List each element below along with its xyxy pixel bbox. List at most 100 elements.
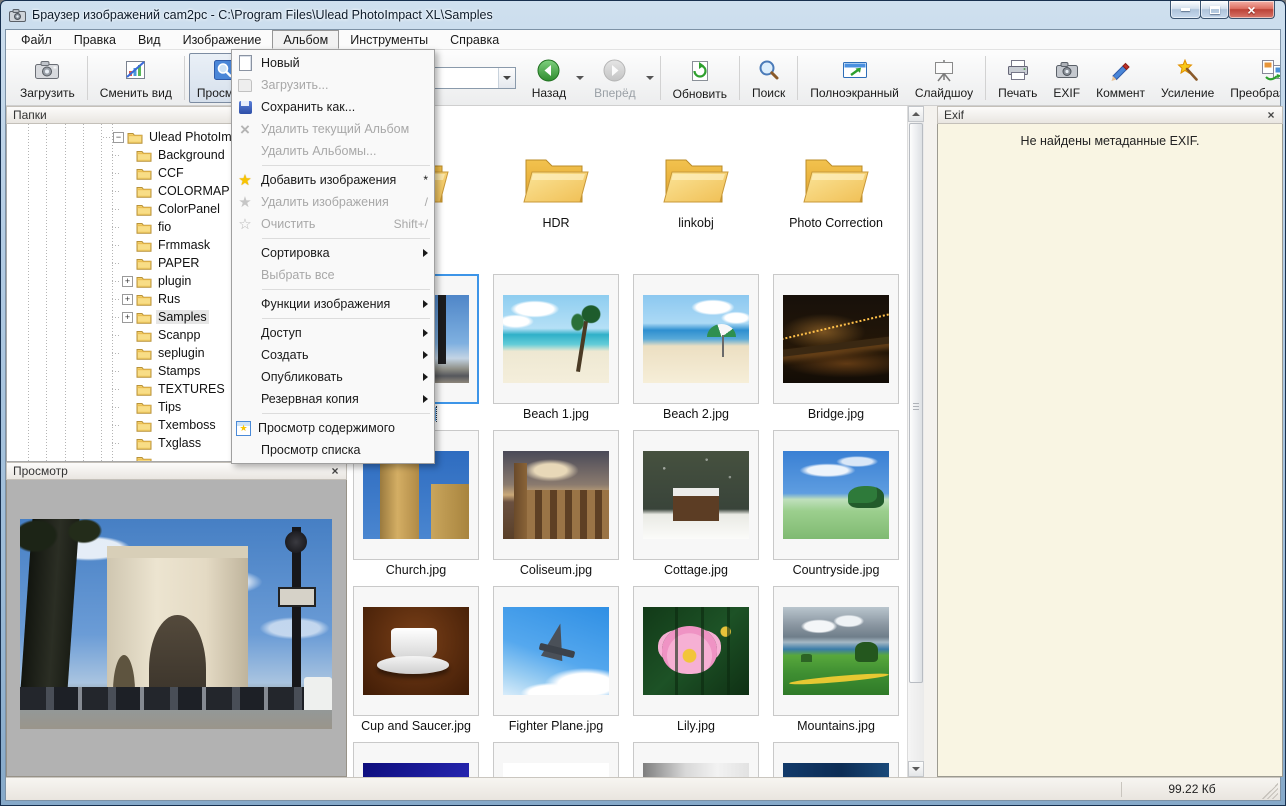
tree-expander-icon[interactable]: − <box>113 132 124 143</box>
fullscreen-button[interactable]: Полноэкранный <box>802 53 907 103</box>
grid-image-item[interactable] <box>633 742 759 777</box>
forward-button[interactable]: Вперёд <box>586 53 644 103</box>
tree-item-label[interactable]: PAPER <box>156 256 201 270</box>
grid-image-item[interactable]: Countryside.jpg <box>773 430 899 586</box>
resize-grip[interactable] <box>1262 783 1278 799</box>
menubar-item[interactable]: Изображение <box>172 30 273 49</box>
tree-item-label[interactable]: Background <box>156 148 227 162</box>
menu-item[interactable]: Просмотр содержимого <box>232 417 434 439</box>
search-button[interactable]: Поиск <box>744 53 793 103</box>
tree-expander-icon[interactable]: + <box>122 294 133 305</box>
forward-dropdown-caret[interactable] <box>644 53 656 103</box>
change-view-button[interactable]: Сменить вид <box>92 53 180 103</box>
grid-image-item[interactable]: Bridge.jpg <box>773 274 899 430</box>
menu-item[interactable]: Удалить изображения / <box>232 191 434 213</box>
enhance-button[interactable]: Усиление <box>1153 53 1222 103</box>
grid-folder-item[interactable]: linkobj <box>633 114 759 274</box>
tree-item-label[interactable]: Rus <box>156 292 182 306</box>
grid-image-item[interactable]: Coliseum.jpg <box>493 430 619 586</box>
menubar-item[interactable]: Альбом <box>272 30 339 49</box>
menubar-item[interactable]: Вид <box>127 30 172 49</box>
tree-item-label[interactable]: COLORMAP <box>156 184 232 198</box>
menu-item[interactable]: Функции изображения <box>232 293 434 315</box>
tree-item-label[interactable]: fio <box>156 220 173 234</box>
menu-item[interactable]: Выбрать все <box>232 264 434 286</box>
menu-item[interactable]: Просмотр списка <box>232 439 434 461</box>
menubar-item-label: Изображение <box>183 33 262 47</box>
preview-close-icon[interactable]: × <box>328 464 342 478</box>
menu-item[interactable]: Очистить Shift+/ <box>232 213 434 235</box>
scrollbar-thumb[interactable] <box>909 123 923 683</box>
tree-item-label[interactable]: Txemboss <box>156 418 218 432</box>
menubar-item[interactable]: Справка <box>439 30 510 49</box>
grid-image-item[interactable]: Cup and Saucer.jpg <box>353 586 479 742</box>
preview-area <box>6 480 347 777</box>
menubar-item[interactable]: Правка <box>63 30 127 49</box>
tree-item-label[interactable]: Frmmask <box>156 238 212 252</box>
menu-item[interactable]: Опубликовать <box>232 366 434 388</box>
load-button[interactable]: Загрузить <box>12 53 83 103</box>
grid-image-item[interactable]: Mountains.jpg <box>773 586 899 742</box>
menu-item[interactable]: Удалить Альбомы... <box>232 140 434 162</box>
tree-item-label[interactable]: Samples <box>156 310 209 324</box>
submenu-arrow-icon <box>423 329 428 337</box>
tree-item-label[interactable]: seplugin <box>156 346 207 360</box>
grid-image-item[interactable]: Beach 2.jpg <box>633 274 759 430</box>
tree-expander-icon[interactable]: + <box>122 312 133 323</box>
refresh-button[interactable]: Обновить <box>665 53 735 103</box>
tree-item-label[interactable]: CCF <box>156 166 186 180</box>
grid-folder-item[interactable]: HDR <box>493 114 619 274</box>
menu-item[interactable]: Сохранить как... <box>232 96 434 118</box>
menubar-item-label: Вид <box>138 33 161 47</box>
title-bar[interactable]: Браузер изображений cam2pc - C:\Program … <box>1 1 1285 29</box>
scroll-up-icon[interactable] <box>908 106 924 122</box>
folder-icon <box>136 293 152 306</box>
minimize-button[interactable] <box>1170 1 1201 19</box>
grid-image-item[interactable]: Fighter Plane.jpg <box>493 586 619 742</box>
scroll-down-icon[interactable] <box>908 761 924 777</box>
menu-item[interactable]: Сортировка <box>232 242 434 264</box>
grid-image-item[interactable] <box>493 742 619 777</box>
exif-close-icon[interactable]: × <box>1264 108 1278 122</box>
menubar-item[interactable]: Файл <box>10 30 63 49</box>
grid-image-item[interactable]: Lily.jpg <box>633 586 759 742</box>
menubar-item[interactable]: Инструменты <box>339 30 439 49</box>
tree-item-label[interactable]: Stamps <box>156 364 202 378</box>
tree-item-label[interactable]: Txglass <box>156 436 203 450</box>
chevron-down-icon[interactable] <box>498 68 515 88</box>
panel-splitter[interactable] <box>924 106 937 777</box>
tree-item-label[interactable]: Tips <box>156 400 183 414</box>
grid-folder-item[interactable]: Photo Correction <box>773 114 899 274</box>
grid-image-item[interactable]: Cottage.jpg <box>633 430 759 586</box>
menu-item[interactable]: Резервная копия <box>232 388 434 410</box>
comment-button[interactable]: Коммент <box>1088 53 1153 103</box>
menu-item[interactable]: Новый <box>232 52 434 74</box>
tree-item-label[interactable]: Scanpp <box>156 328 202 342</box>
back-button[interactable]: Назад <box>524 53 574 103</box>
grid-scrollbar[interactable] <box>907 106 924 777</box>
back-dropdown-caret[interactable] <box>574 53 586 103</box>
tree-item-label[interactable]: ColorPanel <box>156 202 222 216</box>
slideshow-button[interactable]: Слайдшоу <box>907 53 981 103</box>
menu-item[interactable]: Создать <box>232 344 434 366</box>
exif-button[interactable]: EXIF <box>1045 53 1088 103</box>
grid-image-label: Cottage.jpg <box>661 563 731 577</box>
thumbnail-image <box>783 763 889 777</box>
convert-button[interactable]: Преобразовать <box>1222 53 1280 103</box>
close-button[interactable]: × <box>1228 1 1275 19</box>
tree-item-label[interactable]: TEXTURES <box>156 382 227 396</box>
menu-item[interactable]: Удалить текущий Альбом <box>232 118 434 140</box>
maximize-button[interactable] <box>1200 1 1229 19</box>
file-size-status: 99.22 Кб <box>1122 782 1262 796</box>
menu-item[interactable]: Загрузить... <box>232 74 434 96</box>
menu-item[interactable]: Добавить изображения * <box>232 169 434 191</box>
tree-item-label[interactable]: plugin <box>156 274 193 288</box>
tree-expander-icon[interactable]: + <box>122 276 133 287</box>
preview-photo[interactable] <box>20 519 332 729</box>
print-button[interactable]: Печать <box>990 53 1045 103</box>
grid-image-item[interactable] <box>353 742 479 777</box>
menu-item[interactable]: Доступ <box>232 322 434 344</box>
grid-image-item[interactable] <box>773 742 899 777</box>
folder-icon <box>136 437 152 450</box>
grid-image-item[interactable]: Beach 1.jpg <box>493 274 619 430</box>
